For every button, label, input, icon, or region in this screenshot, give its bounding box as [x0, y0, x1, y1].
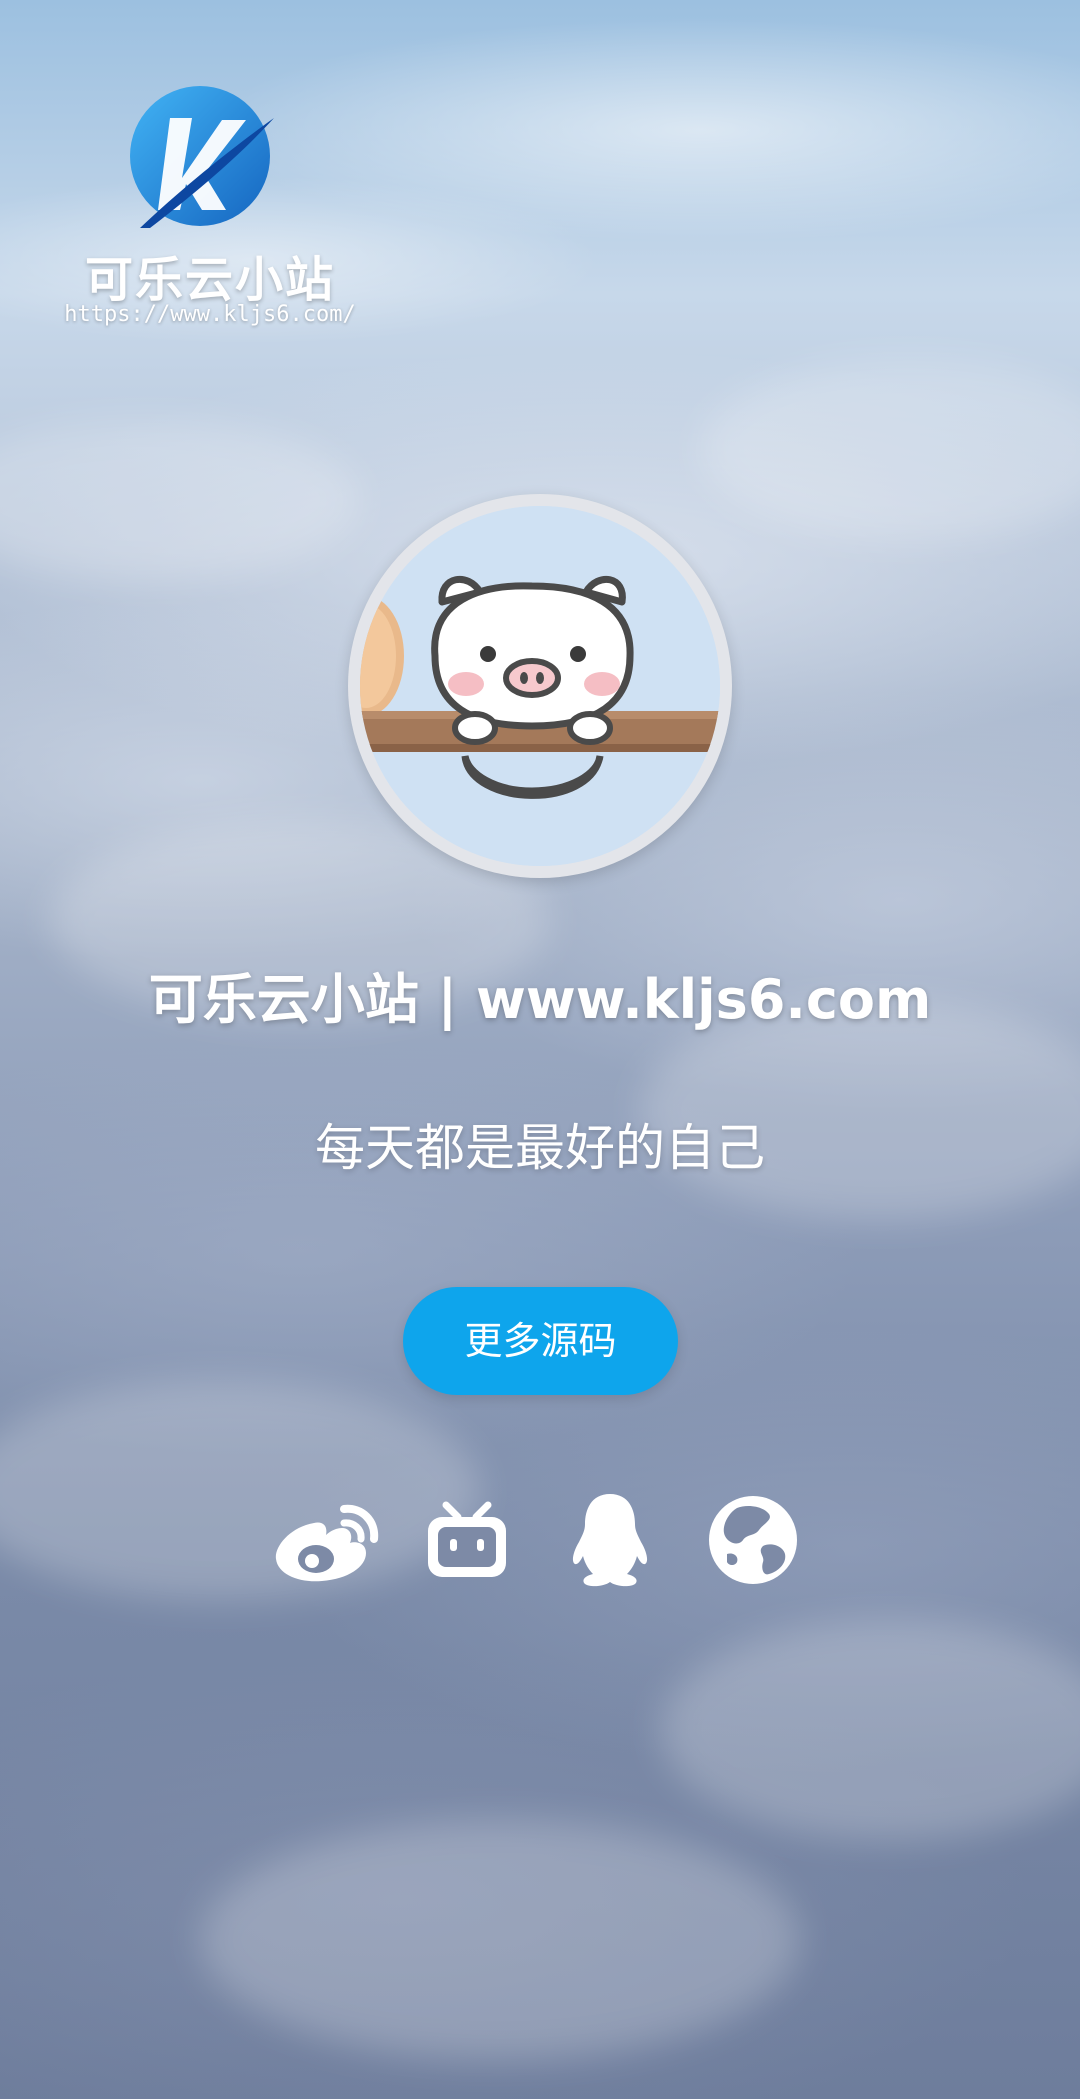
brand-url: https://www.kljs6.com/ — [64, 302, 356, 327]
cloud-decoration — [200, 1820, 800, 2060]
bilibili-link[interactable] — [412, 1490, 522, 1590]
brand-title: 可乐云小站 — [84, 252, 335, 308]
more-source-button[interactable]: 更多源码 — [403, 1287, 678, 1395]
cloud-decoration — [660, 1620, 1080, 1840]
cloud-decoration — [0, 420, 360, 580]
cloud-decoration — [700, 360, 1080, 540]
motto-text: 每天都是最好的自己 — [315, 1119, 765, 1177]
social-links — [270, 1490, 810, 1590]
brand-logo[interactable]: 可乐云小站 https://www.kljs6.com/ — [60, 70, 360, 340]
qq-link[interactable] — [555, 1490, 665, 1590]
website-link[interactable] — [698, 1490, 808, 1590]
weibo-icon — [275, 1504, 379, 1582]
page: 可乐云小站 https://www.kljs6.com/ 可乐云小站 | www… — [0, 0, 1080, 2099]
pig-avatar-icon — [360, 506, 720, 866]
site-title: 可乐云小站 | www.kljs6.com — [148, 968, 932, 1031]
avatar-image — [360, 506, 720, 866]
weibo-link[interactable] — [270, 1490, 380, 1590]
bilibili-icon — [428, 1501, 506, 1577]
globe-icon — [709, 1496, 797, 1584]
avatar — [348, 494, 732, 878]
k-logo-icon — [130, 86, 274, 228]
qq-icon — [572, 1494, 648, 1587]
